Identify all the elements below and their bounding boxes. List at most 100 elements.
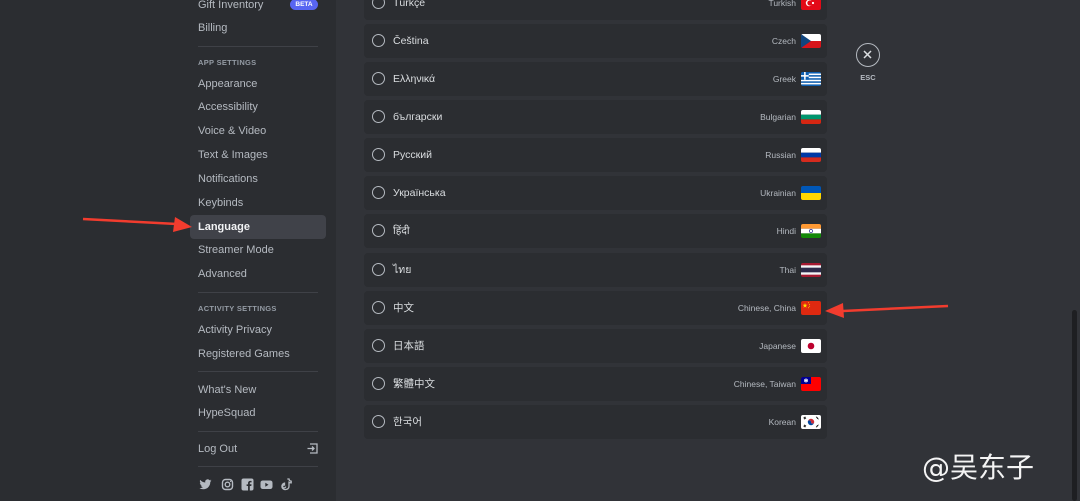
english-language-name: Chinese, China [737, 303, 796, 313]
sidebar-item-label: Streamer Mode [198, 244, 274, 256]
sidebar-item-registered-games[interactable]: Registered Games [190, 342, 326, 366]
thailand-flag-icon [801, 263, 821, 277]
native-language-name: 한국어 [393, 416, 422, 428]
divider [198, 292, 318, 293]
radio-button[interactable] [372, 263, 385, 276]
sidebar-item-label: Appearance [198, 78, 258, 90]
native-language-name: български [393, 111, 443, 123]
radio-button[interactable] [372, 34, 385, 47]
sidebar-item-language[interactable]: Language [190, 215, 326, 239]
sidebar-item-keybinds[interactable]: Keybinds [190, 191, 326, 215]
english-language-name: Greek [772, 74, 796, 84]
sidebar-item-accessibility[interactable]: Accessibility [190, 95, 326, 119]
native-language-name: 繁體中文 [393, 378, 435, 390]
english-language-name: Japanese [759, 341, 796, 351]
language-option-thai[interactable]: ไทย Thai [364, 253, 827, 287]
native-language-name: Ελληνικά [393, 73, 436, 85]
language-option-turkish[interactable]: Türkçe Turkish [364, 0, 827, 20]
sidebar-item-label: Keybinds [198, 197, 244, 209]
language-option-russian[interactable]: Русский Russian [364, 138, 827, 172]
sidebar-item-notifications[interactable]: Notifications [190, 167, 326, 191]
twitter-icon[interactable] [199, 478, 212, 491]
native-language-name: ไทย [393, 264, 412, 276]
esc-label: ESC [860, 73, 876, 82]
radio-button[interactable] [372, 0, 385, 9]
native-language-name: 日本語 [393, 340, 425, 352]
language-option-ukrainian[interactable]: Українська Ukrainian [364, 176, 827, 210]
language-option-bulgarian[interactable]: български Bulgarian [364, 100, 827, 134]
sidebar-item-label: Advanced [198, 268, 247, 280]
native-language-name: Čeština [393, 35, 429, 47]
ukraine-flag-icon [801, 186, 821, 200]
japan-flag-icon [801, 339, 821, 353]
sidebar-item-text-images[interactable]: Text & Images [190, 143, 326, 167]
greece-flag-icon [801, 72, 821, 86]
logout-label: Log Out [198, 443, 238, 455]
sidebar-item-label: HypeSquad [198, 407, 256, 419]
sidebar-item-label: Activity Privacy [198, 324, 272, 336]
language-option-japanese[interactable]: 日本語 Japanese [364, 329, 827, 363]
settings-sidebar: Gift Inventory BETA Billing APP SETTINGS… [0, 0, 336, 501]
english-language-name: Thai [779, 265, 796, 275]
sidebar-item-label: Gift Inventory [198, 0, 264, 11]
radio-button[interactable] [372, 377, 385, 390]
native-language-name: Українська [393, 187, 446, 199]
close-icon [863, 50, 872, 59]
tiktok-icon[interactable] [280, 478, 293, 491]
app-settings-header: APP SETTINGS [198, 58, 257, 67]
russia-flag-icon [801, 148, 821, 162]
radio-button[interactable] [372, 415, 385, 428]
english-language-name: Chinese, Taiwan [733, 379, 796, 389]
sidebar-item-hypesquad[interactable]: HypeSquad [190, 401, 326, 425]
sidebar-item-advanced[interactable]: Advanced [190, 262, 326, 286]
taiwan-flag-icon [801, 377, 821, 391]
radio-button[interactable] [372, 110, 385, 123]
language-option-chinese-china[interactable]: 中文 Chinese, China [364, 291, 827, 325]
scrollbar[interactable] [1072, 310, 1077, 501]
english-language-name: Czech [771, 36, 796, 46]
english-language-name: Korean [768, 417, 796, 427]
india-flag-icon [801, 224, 821, 238]
sidebar-item-streamer-mode[interactable]: Streamer Mode [190, 238, 326, 262]
sidebar-item-label: What's New [198, 384, 257, 396]
instagram-icon[interactable] [221, 478, 234, 491]
english-language-name: Russian [765, 150, 796, 160]
divider [198, 371, 318, 372]
radio-button[interactable] [372, 186, 385, 199]
radio-button[interactable] [372, 224, 385, 237]
korea-flag-icon [801, 415, 821, 429]
native-language-name: Русский [393, 149, 432, 161]
divider [198, 466, 318, 467]
sidebar-item-label: Billing [198, 22, 228, 34]
logout-button[interactable]: Log Out [190, 437, 326, 461]
radio-button[interactable] [372, 72, 385, 85]
annotation-arrow-language [82, 217, 192, 232]
english-language-name: Turkish [768, 0, 796, 8]
divider [198, 46, 318, 47]
native-language-name: 中文 [393, 302, 414, 314]
sidebar-item-appearance[interactable]: Appearance [190, 72, 326, 96]
logout-icon [307, 443, 318, 454]
sidebar-item-voice-video[interactable]: Voice & Video [190, 119, 326, 143]
language-option-chinese-taiwan[interactable]: 繁體中文 Chinese, Taiwan [364, 367, 827, 401]
language-option-czech[interactable]: Čeština Czech [364, 24, 827, 58]
radio-button[interactable] [372, 148, 385, 161]
sidebar-item-whats-new[interactable]: What's New [190, 378, 326, 402]
language-option-greek[interactable]: Ελληνικά Greek [364, 62, 827, 96]
watermark: @吴东子 [922, 451, 1035, 484]
china-flag-icon [801, 301, 821, 315]
sidebar-item-billing[interactable]: Billing [190, 16, 326, 40]
radio-button[interactable] [372, 339, 385, 352]
language-option-korean[interactable]: 한국어 Korean [364, 405, 827, 439]
youtube-icon[interactable] [260, 478, 273, 491]
beta-badge: BETA [290, 0, 318, 10]
sidebar-item-label: Language [198, 221, 250, 233]
divider [198, 431, 318, 432]
facebook-icon[interactable] [241, 478, 254, 491]
language-option-hindi[interactable]: हिंदी Hindi [364, 214, 827, 248]
radio-button[interactable] [372, 301, 385, 314]
close-button[interactable] [856, 43, 880, 67]
turkey-flag-icon [801, 0, 821, 10]
sidebar-item-activity-privacy[interactable]: Activity Privacy [190, 318, 326, 342]
english-language-name: Ukrainian [760, 188, 796, 198]
